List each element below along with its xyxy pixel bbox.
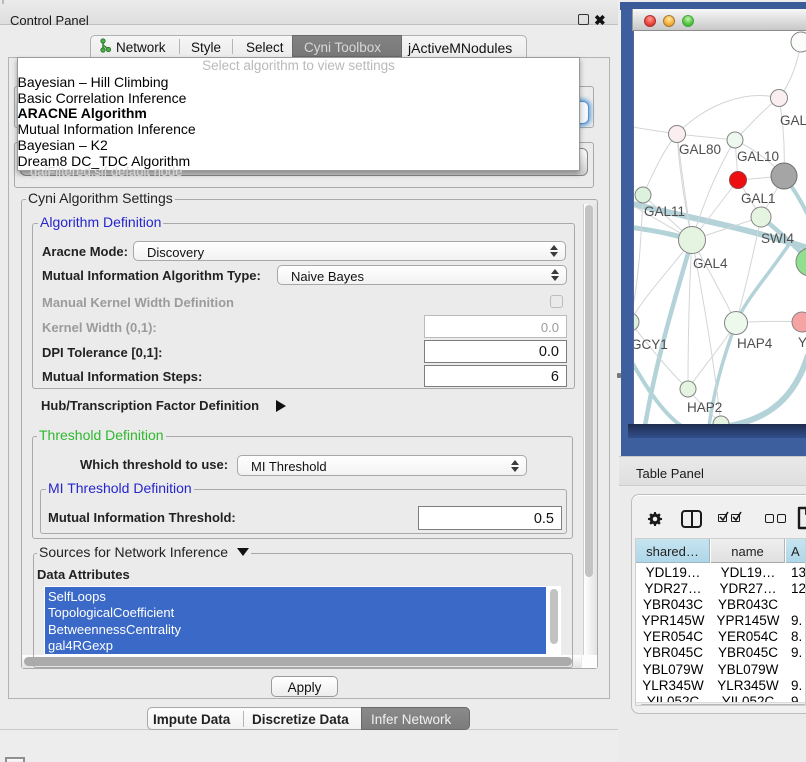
- svg-text:SWI4: SWI4: [761, 231, 794, 246]
- svg-text:HAP2: HAP2: [687, 400, 722, 415]
- svg-text:GAL10: GAL10: [737, 149, 779, 164]
- svg-text:GCY1: GCY1: [634, 337, 668, 352]
- svg-text:GAL1: GAL1: [741, 191, 776, 206]
- svg-text:HAP4: HAP4: [737, 336, 773, 351]
- svg-text:GAL80: GAL80: [679, 142, 721, 157]
- svg-text:GAL11: GAL11: [644, 204, 685, 219]
- svg-text:GAL4: GAL4: [693, 256, 728, 271]
- svg-text:GAL: GAL: [780, 113, 806, 128]
- svg-text:Y: Y: [798, 335, 806, 350]
